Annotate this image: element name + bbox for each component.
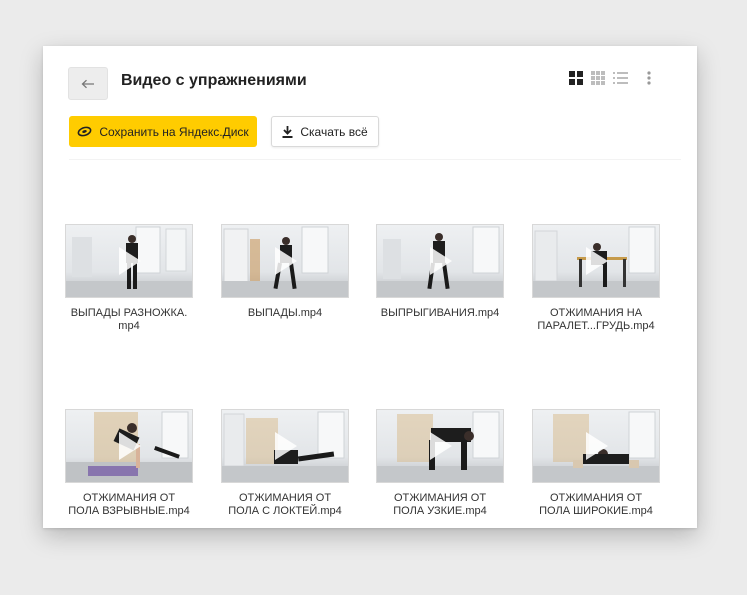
file-name: ВЫПРЫГИВАНИЯ.mp4 [380, 307, 500, 319]
divider [69, 159, 681, 160]
video-thumbnail [221, 409, 349, 483]
list-view-icon[interactable] [612, 70, 628, 86]
file-name: ОТЖИМАНИЯ ОТ ПОЛА ВЗРЫВНЫЕ.mp4 [68, 492, 190, 517]
file-item[interactable]: ОТЖИМАНИЯ НА ПАРАЛЕТ...ГРУДЬ.mp4 [528, 224, 664, 333]
save-to-disk-button[interactable]: Сохранить на Яндекс.Диск [69, 116, 257, 147]
file-item[interactable]: ВЫПРЫГИВАНИЯ.mp4 [372, 224, 508, 320]
video-thumbnail [65, 224, 193, 298]
file-item[interactable]: ОТЖИМАНИЯ ОТ ПОЛА УЗКИЕ.mp4 [372, 409, 508, 518]
download-all-button[interactable]: Скачать всё [271, 116, 379, 147]
save-button-label: Сохранить на Яндекс.Диск [99, 124, 249, 139]
arrow-left-icon [81, 79, 94, 88]
download-button-label: Скачать всё [300, 124, 368, 139]
video-thumbnail [532, 409, 660, 483]
file-name: ОТЖИМАНИЯ ОТ ПОЛА УЗКИЕ.mp4 [393, 492, 487, 517]
play-icon [586, 247, 608, 275]
play-icon [430, 432, 452, 460]
yandex-disk-icon [77, 126, 92, 137]
video-thumbnail [376, 409, 504, 483]
play-icon [119, 247, 141, 275]
shared-folder-window: Видео с упражнениями Сохранить на Яндекс… [43, 46, 697, 528]
file-name: ВЫПАДЫ РАЗНОЖКА. mp4 [70, 307, 188, 332]
small-grid-icon[interactable] [590, 70, 606, 86]
video-thumbnail [376, 224, 504, 298]
file-item[interactable]: ОТЖИМАНИЯ ОТ ПОЛА ВЗРЫВНЫЕ.mp4 [61, 409, 197, 518]
large-grid-icon[interactable] [568, 70, 584, 86]
file-name: ВЫПАДЫ.mp4 [247, 307, 323, 319]
play-icon [119, 432, 141, 460]
video-thumbnail [532, 224, 660, 298]
file-name: ОТЖИМАНИЯ ОТ ПОЛА ШИРОКИЕ.mp4 [539, 492, 653, 517]
file-item[interactable]: ВЫПАДЫ.mp4 [217, 224, 353, 320]
file-item[interactable]: ОТЖИМАНИЯ ОТ ПОЛА ШИРОКИЕ.mp4 [528, 409, 664, 518]
file-name: ОТЖИМАНИЯ ОТ ПОЛА С ЛОКТЕЙ.mp4 [228, 492, 342, 517]
video-thumbnail [221, 224, 349, 298]
page-title: Видео с упражнениями [121, 72, 307, 89]
view-switcher [568, 70, 634, 86]
file-item[interactable]: ОТЖИМАНИЯ ОТ ПОЛА С ЛОКТЕЙ.mp4 [217, 409, 353, 518]
kebab-menu-icon[interactable] [641, 69, 657, 87]
play-icon [275, 247, 297, 275]
file-item[interactable]: ВЫПАДЫ РАЗНОЖКА. mp4 [61, 224, 197, 333]
play-icon [430, 247, 452, 275]
file-name: ОТЖИМАНИЯ НА ПАРАЛЕТ...ГРУДЬ.mp4 [537, 307, 655, 332]
download-icon [282, 125, 293, 138]
play-icon [586, 432, 608, 460]
video-thumbnail [65, 409, 193, 483]
play-icon [275, 432, 297, 460]
back-button[interactable] [68, 67, 108, 100]
